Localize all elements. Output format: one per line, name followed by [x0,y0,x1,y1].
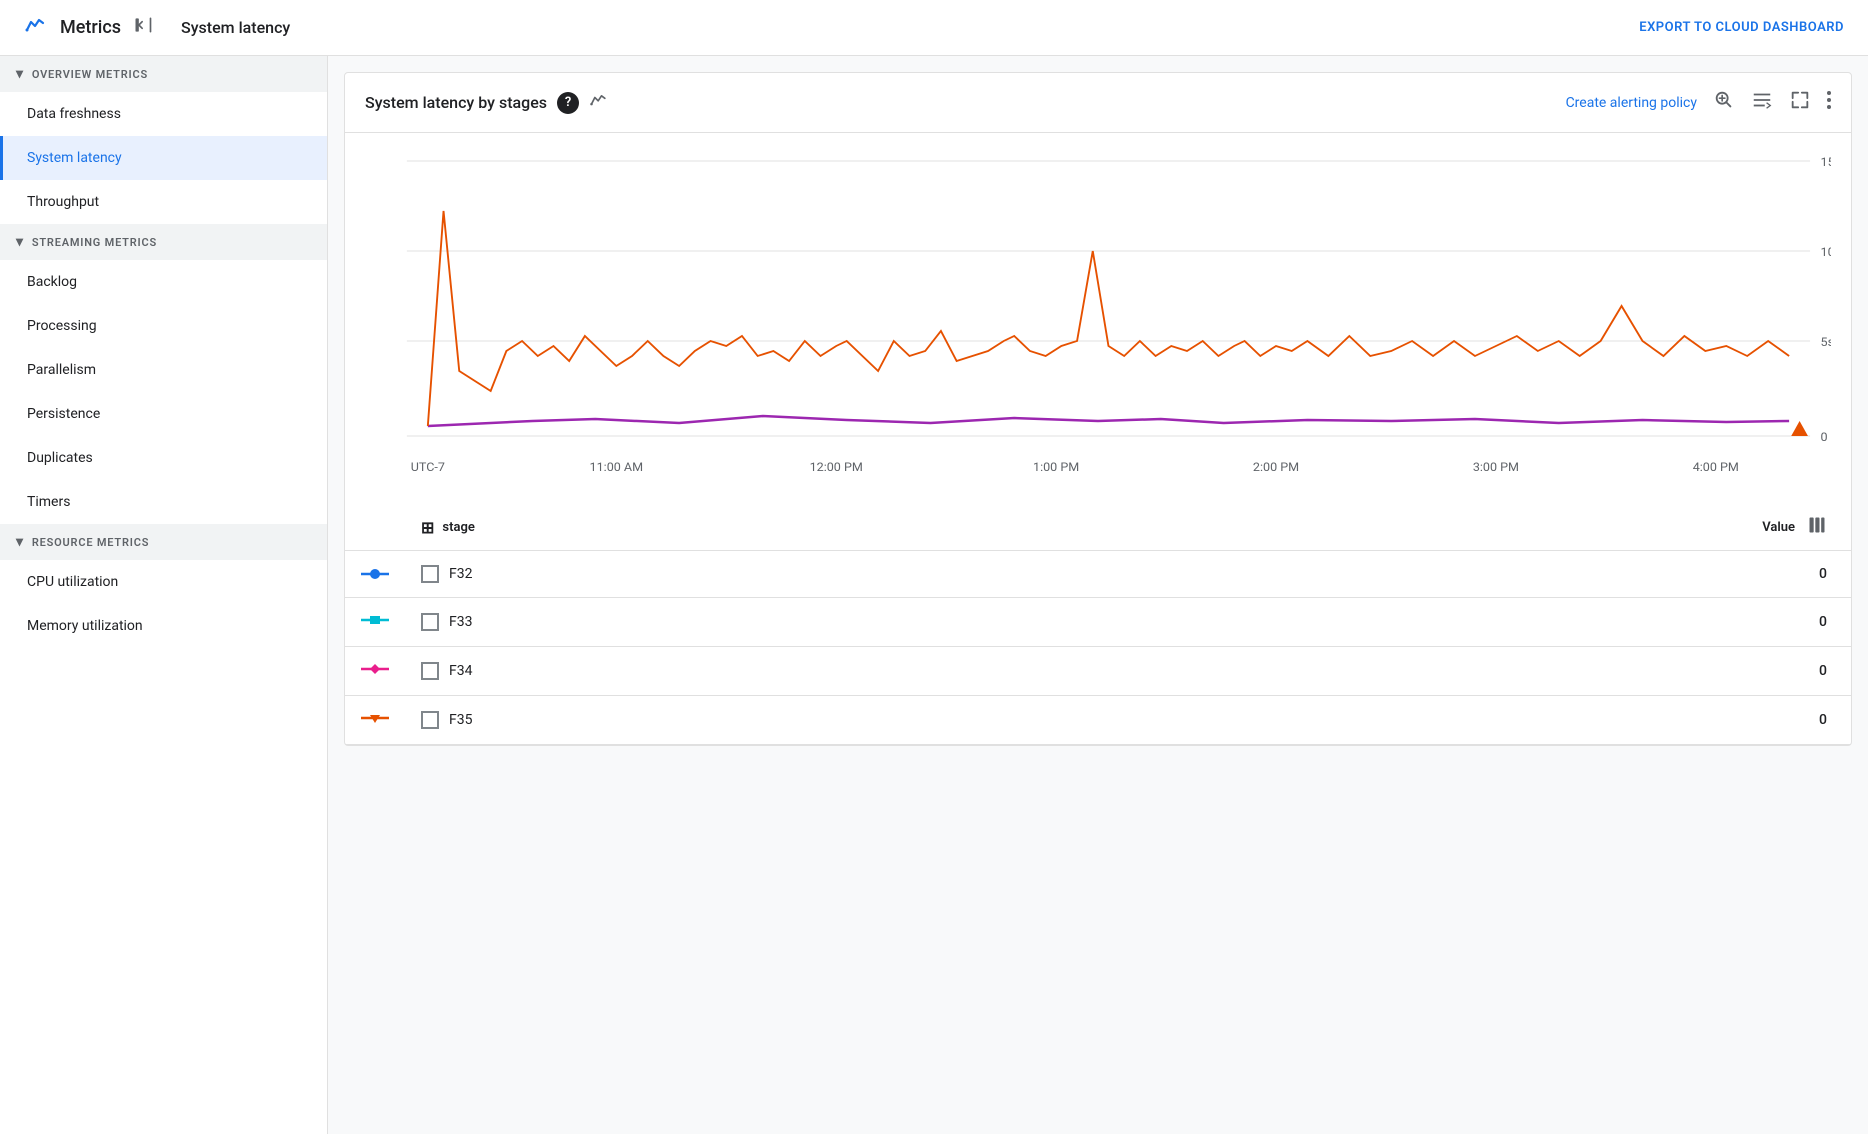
page-title: System latency [181,18,290,37]
header-left: Metrics System latency [24,13,290,43]
legend-icon-f32 [345,551,405,598]
create-alert-link[interactable]: Create alerting policy [1566,95,1697,111]
sidebar-item-persistence[interactable]: Persistence [0,392,327,436]
chart-header: System latency by stages ? Create alerti… [345,73,1851,133]
svg-text:11:00 AM: 11:00 AM [590,460,643,474]
svg-text:12:00 PM: 12:00 PM [810,460,863,474]
legend-icon-f34 [345,647,405,696]
collapse-sidebar-button[interactable] [133,15,153,40]
more-options-icon[interactable] [1827,90,1831,115]
chart-svg: 15s 10s 5s 0 UTC-7 11:00 AM 12:00 [365,141,1831,501]
svg-text:0: 0 [1821,430,1828,444]
legend-row-f34: F34 0 [345,647,1851,696]
resource-section-label: RESOURCE METRICS [32,536,149,549]
svg-text:15s: 15s [1821,155,1831,169]
content-area: System latency by stages ? Create alerti… [328,56,1868,1134]
chevron-down-icon-streaming: ▾ [16,234,24,250]
legend-col-icon [345,505,405,551]
legend-table: ⊞ stage Value [345,505,1851,745]
legend-stage-f33: F33 [405,598,1056,647]
svg-text:2:00 PM: 2:00 PM [1253,460,1299,474]
chart-card: System latency by stages ? Create alerti… [344,72,1852,746]
search-icon[interactable] [1713,89,1735,116]
svg-text:1:00 PM: 1:00 PM [1033,460,1079,474]
legend-stage-f35: F35 [405,696,1056,745]
svg-text:10s: 10s [1821,245,1831,259]
help-icon[interactable]: ? [557,92,579,114]
legend-value-f34: 0 [1056,647,1851,696]
legend-row-f35: F35 0 [345,696,1851,745]
chart-svg-container: 15s 10s 5s 0 UTC-7 11:00 AM 12:00 [345,133,1851,505]
sidebar-item-duplicates[interactable]: Duplicates [0,436,327,480]
top-header: Metrics System latency EXPORT TO CLOUD D… [0,0,1868,56]
chart-body: 15s 10s 5s 0 UTC-7 11:00 AM 12:00 [345,133,1851,745]
legend-stage-f32: F32 [405,551,1056,598]
sidebar-item-throughput[interactable]: Throughput [0,180,327,224]
legend-stage-f34: F34 [405,647,1056,696]
legend-icon-f33 [345,598,405,647]
legend-checkbox-f33[interactable] [421,613,439,631]
sidebar-item-timers[interactable]: Timers [0,480,327,524]
chevron-down-icon-resource: ▾ [16,534,24,550]
overview-section-label: OVERVIEW METRICS [32,68,148,81]
legend-checkbox-f35[interactable] [421,711,439,729]
chevron-down-icon: ▾ [16,66,24,82]
sidebar-item-data-freshness[interactable]: Data freshness [0,92,327,136]
sidebar-section-resource[interactable]: ▾ RESOURCE METRICS [0,524,327,560]
svg-text:UTC-7: UTC-7 [411,460,445,474]
svg-text:3:00 PM: 3:00 PM [1473,460,1519,474]
svg-text:4:00 PM: 4:00 PM [1693,460,1739,474]
app-title: Metrics [60,17,121,38]
columns-icon[interactable] [1807,515,1827,540]
sidebar-section-streaming[interactable]: ▾ STREAMING METRICS [0,224,327,260]
main-layout: ▾ OVERVIEW METRICS Data freshness System… [0,56,1868,1134]
legend-row-f32: F32 0 [345,551,1851,598]
legend-checkbox-f34[interactable] [421,662,439,680]
legend-value-f32: 0 [1056,551,1851,598]
legend-value-f35: 0 [1056,696,1851,745]
metrics-explorer-icon[interactable] [589,90,609,115]
legend-row-f33: F33 0 [345,598,1851,647]
sidebar-item-processing[interactable]: Processing [0,304,327,348]
fullscreen-icon[interactable] [1789,89,1811,116]
legend-col-stage: ⊞ stage [405,505,1056,551]
sidebar-item-backlog[interactable]: Backlog [0,260,327,304]
svg-text:5s: 5s [1821,335,1831,349]
grid-icon: ⊞ [421,518,434,537]
chart-title: System latency by stages [365,93,547,112]
sidebar-section-overview[interactable]: ▾ OVERVIEW METRICS [0,56,327,92]
chart-actions: Create alerting policy [1566,89,1831,116]
legend-checkbox-f32[interactable] [421,565,439,583]
legend-col-value: Value [1056,505,1851,551]
sidebar-item-system-latency[interactable]: System latency [0,136,327,180]
sidebar-item-parallelism[interactable]: Parallelism [0,348,327,392]
app-icon [24,13,48,43]
sidebar: ▾ OVERVIEW METRICS Data freshness System… [0,56,328,1134]
streaming-section-label: STREAMING METRICS [32,236,157,249]
export-button[interactable]: EXPORT TO CLOUD DASHBOARD [1639,20,1844,35]
legend-value-f33: 0 [1056,598,1851,647]
sidebar-item-memory-utilization[interactable]: Memory utilization [0,604,327,648]
sidebar-item-cpu-utilization[interactable]: CPU utilization [0,560,327,604]
legend-icon[interactable] [1751,89,1773,116]
legend-icon-f35 [345,696,405,745]
chart-title-group: System latency by stages ? [365,90,609,115]
